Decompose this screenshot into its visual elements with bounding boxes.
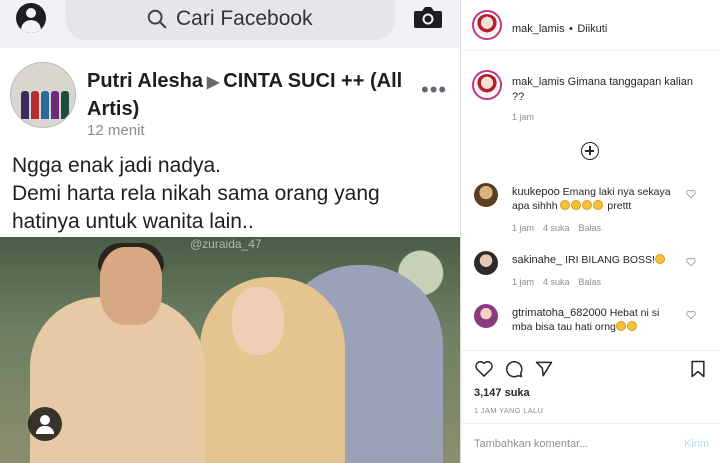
caption-username[interactable]: mak_lamis (512, 76, 565, 88)
commenter-username[interactable]: sakinahe_ (512, 254, 562, 266)
comment-likes[interactable]: 4 suka (543, 277, 570, 287)
group-avatar[interactable] (10, 62, 76, 128)
comment-item: gtrimatoha_682000 Hebat ni si mba bisa t… (474, 304, 714, 344)
facebook-search-bar[interactable]: Cari Facebook (66, 0, 395, 40)
facebook-screenshot: Cari Facebook Putri Alesha ▶ CINTA SUCI ++… (0, 0, 461, 463)
emoji-icon (615, 321, 626, 331)
more-options-icon[interactable]: ••• (421, 77, 447, 103)
comment-text: IRI BILANG BOSS! (565, 254, 655, 266)
arrow-right-icon: ▶ (206, 74, 220, 91)
emoji-icon (571, 200, 582, 210)
add-comment-bar: Kirim (462, 423, 720, 463)
share-send-icon[interactable] (534, 359, 554, 379)
heart-icon[interactable] (686, 310, 696, 320)
load-more-comments-icon[interactable] (581, 142, 599, 160)
emoji-icon (560, 200, 571, 210)
comment-text-suffix: prettt (607, 200, 632, 212)
post-date: 1 JAM YANG LALU (474, 406, 544, 415)
post-photo[interactable]: @zuraida_47 (0, 237, 460, 463)
facebook-top-bar: Cari Facebook (0, 0, 460, 48)
search-placeholder: Cari Facebook (176, 7, 313, 30)
comment-body: sakinahe_ IRI BILANG BOSS! (512, 253, 682, 267)
post-time[interactable]: 12 menit (87, 122, 145, 139)
likes-count[interactable]: 3,147 suka (474, 387, 530, 399)
heart-icon[interactable] (686, 189, 696, 199)
comment-item: kuukepoo Emang laki nya sekaya apa sihhh… (474, 183, 714, 238)
bookmark-icon[interactable] (688, 359, 708, 379)
post-text: Ngga enak jadi nadya. Demi harta rela ni… (12, 152, 452, 236)
header-separator: • (569, 23, 573, 35)
comment-meta: 1 jam 4 suka Balas (512, 277, 610, 287)
emoji-icon (593, 200, 604, 210)
reply-button[interactable]: Balas (579, 223, 602, 233)
commenter-avatar[interactable] (474, 251, 498, 275)
comment-body: gtrimatoha_682000 Hebat ni si mba bisa t… (512, 306, 682, 334)
post-text-line: Demi harta rela nikah sama orang yang ha… (12, 182, 380, 233)
profile-icon[interactable] (16, 3, 46, 33)
caption-avatar[interactable] (472, 70, 502, 100)
comment-item: sakinahe_ IRI BILANG BOSS! 1 jam 4 suka Ba… (474, 251, 714, 291)
emoji-icon (654, 254, 665, 264)
post-header: mak_lamis • Diikuti (462, 0, 720, 51)
follow-status[interactable]: Diikuti (577, 23, 607, 35)
instagram-panel: mak_lamis • Diikuti mak_lamis Gimana tan… (462, 0, 720, 463)
comment-time: 1 jam (512, 223, 535, 233)
comment-time: 1 jam (512, 277, 535, 287)
camera-icon[interactable] (413, 4, 443, 30)
caption-time: 1 jam (512, 112, 535, 122)
commenter-username[interactable]: gtrimatoha_682000 (512, 307, 607, 319)
comment-bubble-icon[interactable] (504, 359, 524, 379)
post-author-line: Putri Alesha ▶ CINTA SUCI ++ (All Artis) (87, 68, 407, 123)
search-icon (147, 9, 167, 29)
post-actions: 3,147 suka 1 JAM YANG LALU Kirim (462, 350, 720, 463)
comment-body: kuukepoo Emang laki nya sekaya apa sihhh… (512, 185, 682, 213)
comment-likes[interactable]: 4 suka (543, 223, 570, 233)
comment-meta: 1 jam 4 suka Balas (512, 223, 610, 233)
emoji-icon (626, 321, 637, 331)
commenter-username[interactable]: kuukepoo (512, 186, 560, 198)
comment-input[interactable] (474, 436, 664, 452)
post-text-line: Ngga enak jadi nadya. (12, 154, 221, 177)
post-comment-button[interactable]: Kirim (684, 438, 709, 450)
photo-watermark: @zuraida_47 (190, 237, 262, 251)
commenter-avatar[interactable] (474, 183, 498, 207)
author-username[interactable]: mak_lamis (512, 23, 565, 35)
header-meta: mak_lamis • Diikuti (512, 19, 607, 37)
tag-people-icon[interactable] (28, 407, 62, 441)
post-author-name[interactable]: Putri Alesha (87, 70, 203, 92)
reply-button[interactable]: Balas (579, 277, 602, 287)
commenter-avatar[interactable] (474, 304, 498, 328)
heart-icon[interactable] (686, 257, 696, 267)
author-avatar[interactable] (472, 10, 502, 40)
emoji-icon (582, 200, 593, 210)
post-caption: mak_lamis Gimana tanggapan kalian ?? (512, 75, 707, 105)
like-heart-icon[interactable] (474, 359, 494, 379)
